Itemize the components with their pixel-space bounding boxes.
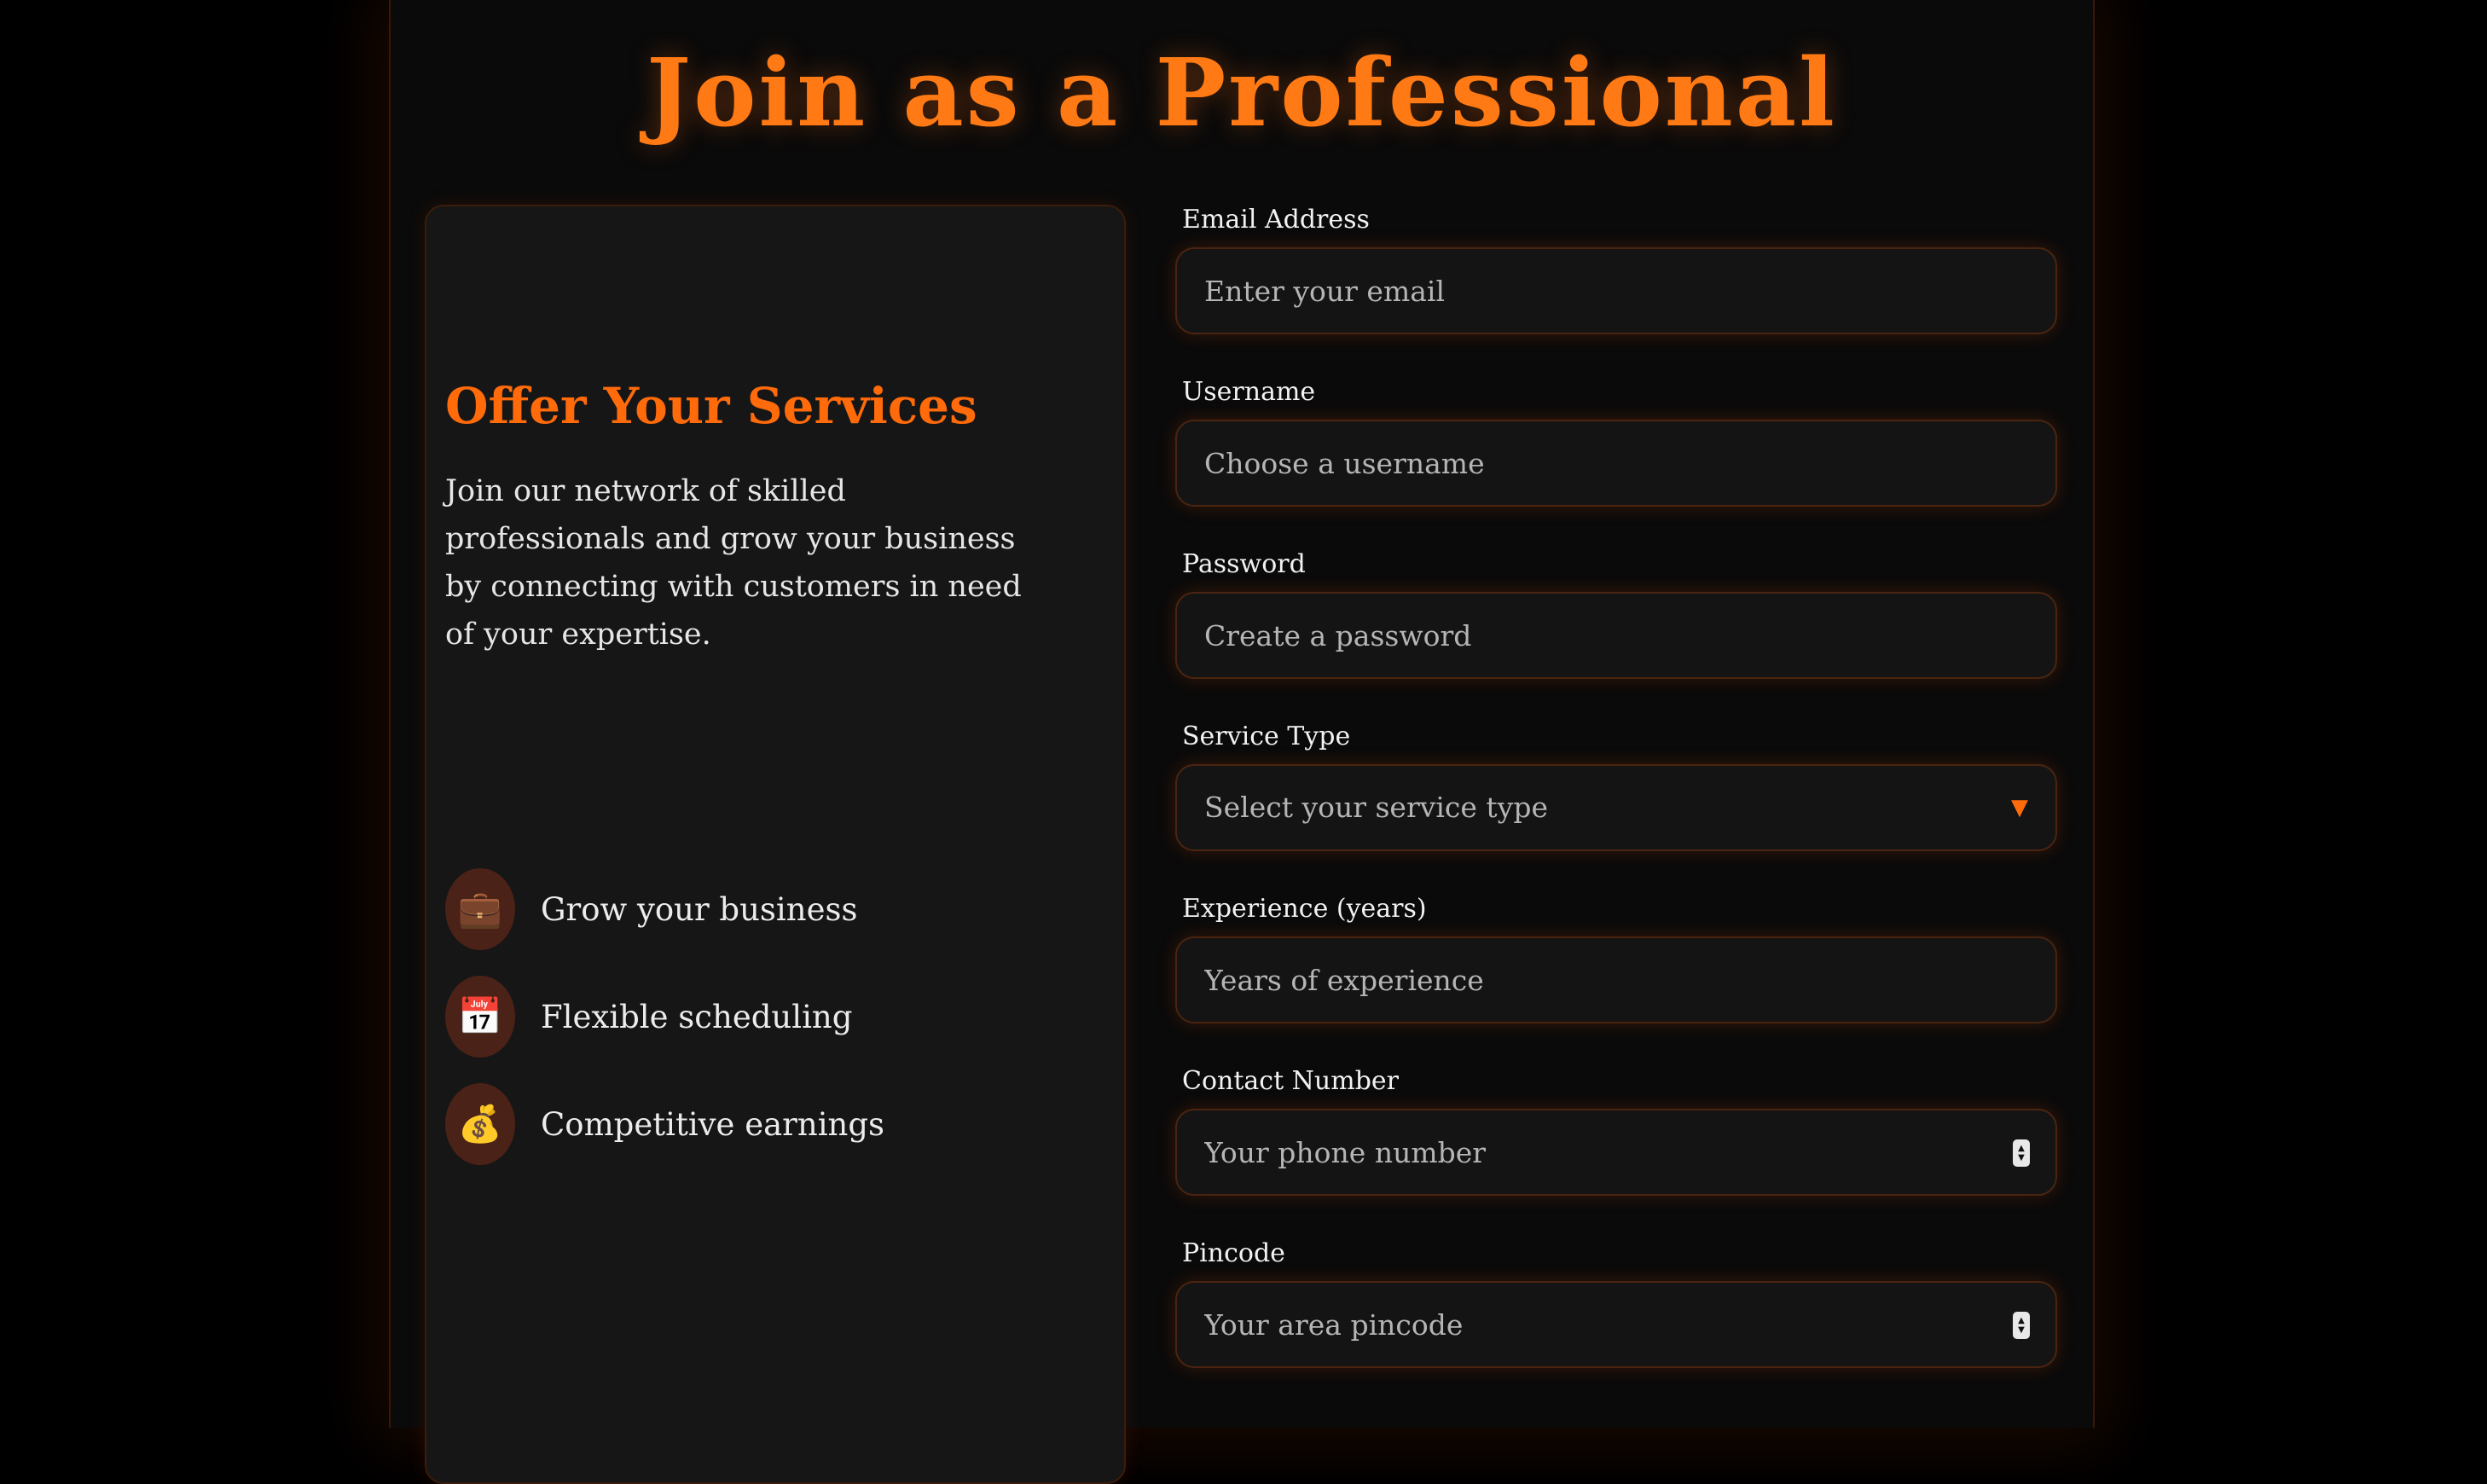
service-type-selected: Select your service type xyxy=(1204,791,1548,824)
pincode-field-wrapper: ▲▼ xyxy=(1175,1281,2057,1368)
money-bag-icon: 💰 xyxy=(445,1083,515,1165)
password-field[interactable] xyxy=(1177,594,2055,677)
contact-label: Contact Number xyxy=(1182,1066,1399,1096)
service-type-select[interactable]: Select your service type ▼ xyxy=(1175,764,2057,851)
info-heading: Offer Your Services xyxy=(445,377,977,435)
page-title: Join as a Professional xyxy=(646,38,1837,148)
password-field-wrapper xyxy=(1175,592,2057,679)
pincode-label: Pincode xyxy=(1182,1238,1285,1268)
email-field-wrapper xyxy=(1175,247,2057,334)
contact-field-wrapper: ▲▼ xyxy=(1175,1109,2057,1196)
feature-item: 💼 Grow your business xyxy=(445,868,857,950)
pincode-field[interactable] xyxy=(1177,1283,2055,1366)
briefcase-icon: 💼 xyxy=(445,868,515,950)
username-label: Username xyxy=(1182,377,1316,407)
feature-item: 📅 Flexible scheduling xyxy=(445,976,852,1058)
service-type-label: Service Type xyxy=(1182,722,1351,751)
feature-label: Flexible scheduling xyxy=(541,998,853,1035)
number-stepper-icon[interactable]: ▲ ▼ xyxy=(2013,1312,2030,1339)
password-label: Password xyxy=(1182,549,1306,579)
contact-number-field[interactable] xyxy=(1177,1110,2055,1194)
number-stepper-icon[interactable]: ▲ ▼ xyxy=(2013,1139,2030,1167)
page-container: Join as a Professional Offer Your Servic… xyxy=(389,0,2095,1484)
email-field[interactable] xyxy=(1177,249,2055,333)
feature-label: Grow your business xyxy=(541,890,858,928)
info-description: Join our network of skilled professional… xyxy=(445,474,1022,652)
feature-label: Competitive earnings xyxy=(541,1105,885,1143)
feature-item: 💰 Competitive earnings xyxy=(445,1083,884,1165)
chevron-down-icon[interactable]: ▼ xyxy=(2011,766,2028,849)
username-field-wrapper xyxy=(1175,420,2057,507)
experience-label: Experience (years) xyxy=(1182,894,1427,924)
experience-field[interactable] xyxy=(1177,938,2055,1022)
calendar-icon: 📅 xyxy=(445,976,515,1058)
username-field[interactable] xyxy=(1177,421,2055,505)
email-label: Email Address xyxy=(1182,205,1370,235)
experience-field-wrapper xyxy=(1175,936,2057,1023)
